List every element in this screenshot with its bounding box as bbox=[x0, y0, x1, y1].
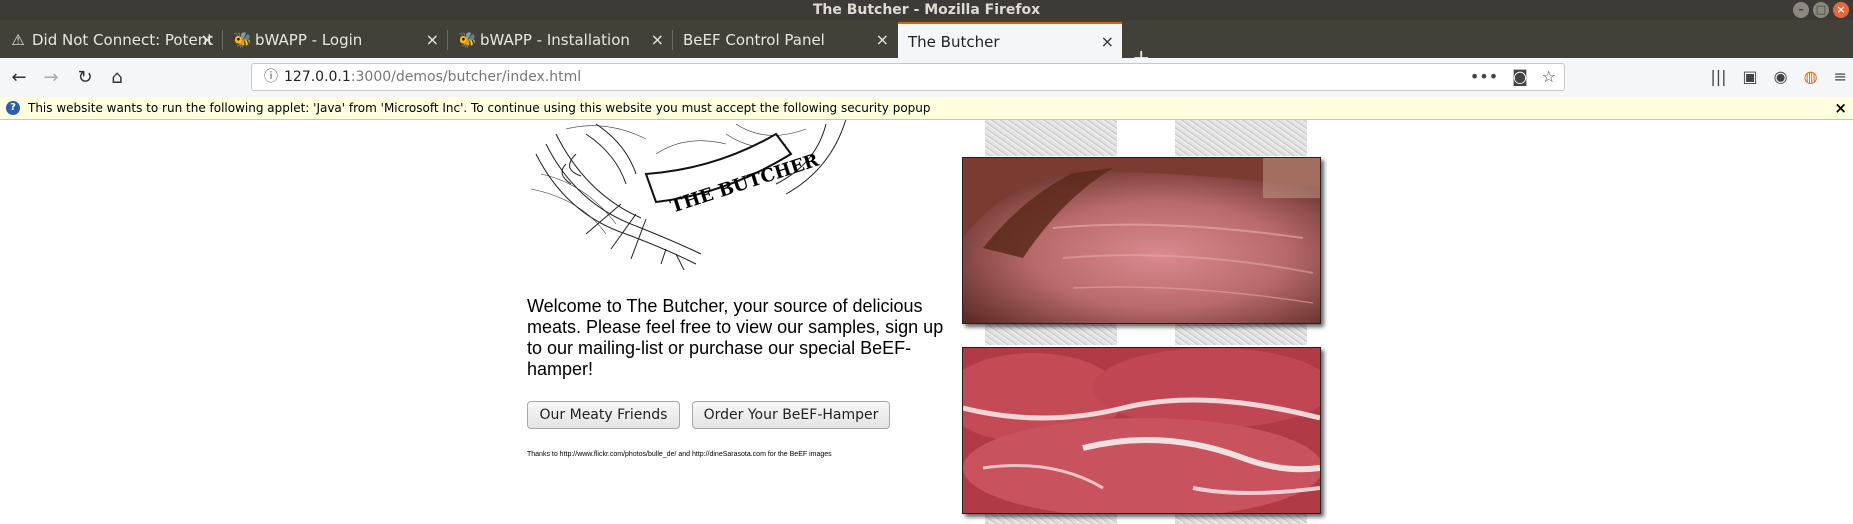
url-text[interactable]: 127.0.0.1:3000/demos/butcher/index.html bbox=[284, 64, 581, 90]
tab-strip: ⚠ Did Not Connect: Potent × 🐝 bWAPP - Logi… bbox=[0, 20, 1853, 71]
bee-icon: 🐝 bbox=[233, 31, 252, 49]
home-icon[interactable]: ⌂ bbox=[106, 67, 128, 89]
url-path: :3000/demos/butcher/index.html bbox=[350, 69, 582, 85]
order-beef-hamper-button[interactable]: Order Your BeEF-Hamper bbox=[692, 401, 890, 429]
bookmark-star-icon[interactable]: ☆ bbox=[1542, 67, 1556, 86]
texture-strip bbox=[1175, 514, 1307, 524]
warning-icon: ⚠ bbox=[11, 31, 25, 49]
close-tab-icon[interactable]: × bbox=[426, 22, 439, 58]
url-bar[interactable]: ⓘ 127.0.0.1:3000/demos/butcher/index.htm… bbox=[251, 63, 1565, 91]
tab-label: bWAPP - Login bbox=[255, 31, 363, 49]
extension-icon[interactable]: ◍ bbox=[1804, 67, 1818, 86]
texture-strip bbox=[985, 514, 1117, 524]
reload-icon[interactable]: ↻ bbox=[74, 67, 96, 89]
question-icon: ? bbox=[6, 101, 20, 115]
toolbar-icons: ||| ▣ ◉ ◍ ≡ bbox=[1710, 67, 1847, 86]
close-window-icon[interactable]: × bbox=[1833, 2, 1849, 18]
close-notification-icon[interactable]: × bbox=[1834, 97, 1847, 119]
window-titlebar: The Butcher - Mozilla Firefox – □ × bbox=[0, 0, 1853, 20]
texture-strip bbox=[1175, 323, 1307, 345]
window-title: The Butcher - Mozilla Firefox bbox=[812, 2, 1041, 18]
butcher-logo: THE BUTCHER bbox=[530, 120, 847, 270]
tab-label: Did Not Connect: Potent bbox=[32, 31, 214, 49]
meat-image-roast bbox=[962, 157, 1321, 324]
tab-bwapp-login[interactable]: 🐝 bWAPP - Login × bbox=[223, 22, 447, 58]
forward-icon[interactable]: → bbox=[40, 67, 62, 89]
maximize-icon[interactable]: □ bbox=[1813, 2, 1829, 18]
security-notification-bar: ? This website wants to run the followin… bbox=[0, 97, 1853, 120]
url-host: 127.0.0.1 bbox=[284, 69, 351, 85]
meaty-friends-button[interactable]: Our Meaty Friends bbox=[527, 401, 680, 429]
tab-did-not-connect[interactable]: ⚠ Did Not Connect: Potent × bbox=[0, 22, 222, 58]
page-content: THE BUTCHER Welcome to The Butcher, your… bbox=[0, 120, 1853, 524]
tab-label: bWAPP - Installation bbox=[480, 31, 630, 49]
texture-strip bbox=[985, 323, 1117, 345]
url-actions: ••• ◙ ☆ bbox=[1470, 67, 1556, 86]
library-icon[interactable]: ||| bbox=[1710, 67, 1726, 86]
tab-the-butcher[interactable]: The Butcher × bbox=[898, 22, 1122, 58]
texture-strip bbox=[985, 120, 1117, 156]
menu-icon[interactable]: ≡ bbox=[1834, 67, 1847, 86]
back-icon[interactable]: ← bbox=[8, 67, 30, 89]
minimize-icon[interactable]: – bbox=[1793, 2, 1809, 18]
close-tab-icon[interactable]: × bbox=[201, 22, 214, 58]
close-tab-icon[interactable]: × bbox=[876, 22, 889, 58]
window-controls: – □ × bbox=[1793, 2, 1849, 18]
close-tab-icon[interactable]: × bbox=[651, 22, 664, 58]
info-icon[interactable]: ⓘ bbox=[262, 68, 280, 86]
tab-label: BeEF Control Panel bbox=[683, 31, 825, 49]
page-actions-icon[interactable]: ••• bbox=[1470, 67, 1498, 86]
meat-image-raw-beef bbox=[962, 347, 1321, 514]
account-icon[interactable]: ◉ bbox=[1774, 67, 1788, 86]
navigation-bar: ← → ↻ ⌂ ⓘ 127.0.0.1:3000/demos/butcher/i… bbox=[0, 58, 1853, 98]
notification-text: This website wants to run the following … bbox=[28, 101, 931, 115]
tab-bwapp-installation[interactable]: 🐝 bWAPP - Installation × bbox=[448, 22, 672, 58]
tab-beef-control-panel[interactable]: BeEF Control Panel × bbox=[673, 22, 897, 58]
close-tab-icon[interactable]: × bbox=[1101, 24, 1114, 58]
welcome-text: Welcome to The Butcher, your source of d… bbox=[527, 296, 944, 379]
sidebar-icon[interactable]: ▣ bbox=[1743, 67, 1758, 86]
texture-strip bbox=[1175, 120, 1307, 156]
pocket-icon[interactable]: ◙ bbox=[1512, 67, 1528, 86]
image-credits: Thanks to http://www.flickr.com/photos/b… bbox=[527, 451, 832, 458]
tab-label: The Butcher bbox=[908, 33, 1000, 51]
bee-icon: 🐝 bbox=[458, 31, 477, 49]
